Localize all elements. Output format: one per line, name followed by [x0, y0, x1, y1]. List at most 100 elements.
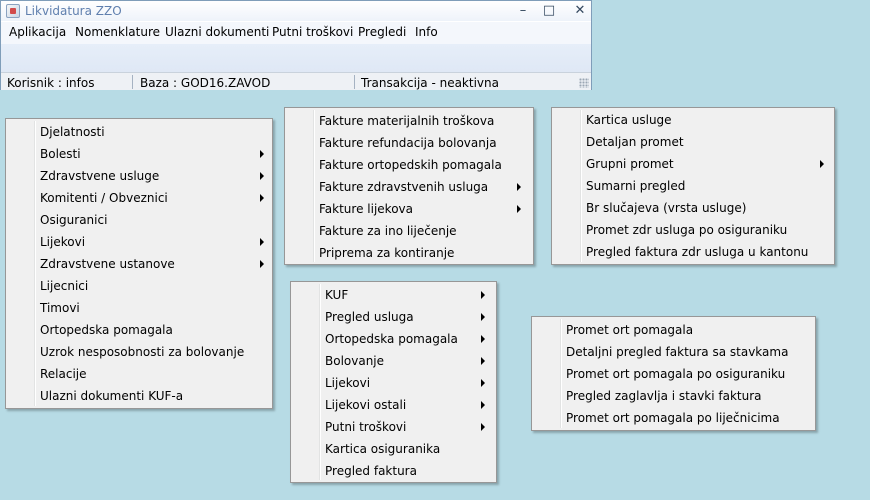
- menu-item-djelatnosti[interactable]: Djelatnosti: [6, 121, 272, 143]
- menu-nomenklature[interactable]: Nomenklature: [75, 25, 160, 39]
- ulazni-dokumenti-menu: Fakture materijalnih troškova Fakture ref…: [284, 107, 534, 265]
- menu-item-pregled-usluga[interactable]: Pregled usluga: [291, 306, 496, 328]
- menu-item-label: Lijekovi ostali: [325, 398, 407, 412]
- menu-item-label: Bolesti: [40, 147, 81, 161]
- menu-item-label: Djelatnosti: [40, 125, 105, 139]
- menu-info[interactable]: Info: [415, 25, 438, 39]
- menu-item-bolesti[interactable]: Bolesti: [6, 143, 272, 165]
- menu-item-label: Promet ort pomagala po liječnicima: [566, 411, 780, 425]
- menu-item-ortopedska-pomagala[interactable]: Ortopedska pomagala: [291, 328, 496, 350]
- title-bar[interactable]: Likvidatura ZZO – □ ✕: [1, 1, 591, 21]
- submenu-arrow-icon: [260, 150, 264, 158]
- kartica-usluge-menu: Kartica usluge Detaljan promet Grupni prom…: [551, 107, 835, 265]
- menu-item-label: Promet ort pomagala po osiguraniku: [566, 367, 786, 381]
- resize-grip-icon[interactable]: [579, 78, 589, 88]
- submenu-arrow-icon: [260, 260, 264, 268]
- menu-ulazni-dokumenti[interactable]: Ulazni dokumenti: [165, 25, 269, 39]
- submenu-arrow-icon: [260, 172, 264, 180]
- menu-item-fakture-zdravstvenih-usluga[interactable]: Fakture zdravstvenih usluga: [285, 176, 533, 198]
- menu-item-fakture-materijalnih-troskova[interactable]: Fakture materijalnih troškova: [285, 110, 533, 132]
- submenu-arrow-icon: [481, 357, 485, 365]
- maximize-button[interactable]: □: [538, 2, 560, 20]
- menu-item-priprema-za-kontiranje[interactable]: Priprema za kontiranje: [285, 242, 533, 264]
- menu-item-promet-ort-pomagala-po-lijecnicima[interactable]: Promet ort pomagala po liječnicima: [532, 407, 815, 429]
- minimize-button[interactable]: –: [512, 2, 534, 20]
- menu-item-lijekovi[interactable]: Lijekovi: [6, 231, 272, 253]
- menu-item-bolovanje[interactable]: Bolovanje: [291, 350, 496, 372]
- menu-item-kuf[interactable]: KUF: [291, 284, 496, 306]
- status-database: Baza : GOD16.ZAVOD: [140, 76, 271, 90]
- menu-pregledi[interactable]: Pregledi: [358, 25, 406, 39]
- submenu-arrow-icon: [260, 194, 264, 202]
- main-window: Likvidatura ZZO – □ ✕ Aplikacija Nomenkl…: [0, 0, 592, 90]
- menu-item-detaljan-promet[interactable]: Detaljan promet: [552, 131, 834, 153]
- menu-item-fakture-refundacija-bolovanja[interactable]: Fakture refundacija bolovanja: [285, 132, 533, 154]
- menu-item-kartica-osiguranika[interactable]: Kartica osiguranika: [291, 438, 496, 460]
- app-icon[interactable]: [6, 4, 20, 18]
- submenu-arrow-icon: [481, 401, 485, 409]
- menu-item-grupni-promet[interactable]: Grupni promet: [552, 153, 834, 175]
- menu-item-label: Lijecnici: [40, 279, 89, 293]
- close-button[interactable]: ✕: [569, 2, 591, 20]
- submenu-arrow-icon: [481, 423, 485, 431]
- menu-item-pregled-faktura-zdr-usluga-u-kantonu[interactable]: Pregled faktura zdr usluga u kantonu: [552, 241, 834, 263]
- menu-item-fakture-ortopedskih-pomagala[interactable]: Fakture ortopedskih pomagala: [285, 154, 533, 176]
- submenu-arrow-icon: [481, 379, 485, 387]
- menu-item-label: Kartica osiguranika: [325, 442, 441, 456]
- menu-item-zdravstvene-ustanove[interactable]: Zdravstvene ustanove: [6, 253, 272, 275]
- menu-item-detaljni-pregled-faktura-sa-stavkama[interactable]: Detaljni pregled faktura sa stavkama: [532, 341, 815, 363]
- menu-item-uzrok-nesposobnosti-za-bolovanje[interactable]: Uzrok nesposobnosti za bolovanje: [6, 341, 272, 363]
- menu-item-label: Promet ort pomagala: [566, 323, 694, 337]
- window-title: Likvidatura ZZO: [25, 4, 122, 18]
- menu-item-ulazni-dokumenti-kuf-a[interactable]: Ulazni dokumenti KUF-a: [6, 385, 272, 407]
- menu-item-label: Promet zdr usluga po osiguraniku: [586, 223, 788, 237]
- menu-putni-troskovi[interactable]: Putni troškovi: [272, 25, 353, 39]
- menu-item-label: Fakture za ino liječenje: [319, 224, 457, 238]
- menu-item-ortopedska-pomagala[interactable]: Ortopedska pomagala: [6, 319, 272, 341]
- menu-item-label: Pregled usluga: [325, 310, 414, 324]
- menu-item-lijekovi[interactable]: Lijekovi: [291, 372, 496, 394]
- menu-item-label: Fakture zdravstvenih usluga: [319, 180, 489, 194]
- menu-item-relacije[interactable]: Relacije: [6, 363, 272, 385]
- menu-item-label: Pregled faktura zdr usluga u kantonu: [586, 245, 809, 259]
- menu-item-komitenti-obveznici[interactable]: Komitenti / Obveznici: [6, 187, 272, 209]
- menu-item-fakture-za-ino-lijecenje[interactable]: Fakture za ino liječenje: [285, 220, 533, 242]
- menu-item-fakture-lijekova[interactable]: Fakture lijekova: [285, 198, 533, 220]
- menu-item-zdravstvene-usluge[interactable]: Zdravstvene usluge: [6, 165, 272, 187]
- submenu-arrow-icon: [481, 335, 485, 343]
- submenu-arrow-icon: [517, 205, 521, 213]
- menu-item-label: Detaljni pregled faktura sa stavkama: [566, 345, 789, 359]
- menu-item-sumarni-pregled[interactable]: Sumarni pregled: [552, 175, 834, 197]
- menu-item-kartica-usluge[interactable]: Kartica usluge: [552, 109, 834, 131]
- status-divider: [354, 75, 355, 89]
- status-transaction: Transakcija - neaktivna: [361, 76, 499, 90]
- menu-item-label: Fakture ortopedskih pomagala: [319, 158, 502, 172]
- menu-item-label: Relacije: [40, 367, 87, 381]
- pregledi-menu: KUF Pregled usluga Ortopedska pomagala Bolo…: [290, 281, 497, 483]
- menu-item-label: KUF: [325, 288, 349, 302]
- menu-item-promet-ort-pomagala-po-osiguraniku[interactable]: Promet ort pomagala po osiguraniku: [532, 363, 815, 385]
- menu-item-br-slucajeva-vrsta-usluge[interactable]: Br slučajeva (vrsta usluge): [552, 197, 834, 219]
- menu-item-promet-ort-pomagala[interactable]: Promet ort pomagala: [532, 319, 815, 341]
- menu-item-label: Kartica usluge: [586, 113, 672, 127]
- menu-item-label: Zdravstvene usluge: [40, 169, 160, 183]
- submenu-arrow-icon: [481, 291, 485, 299]
- menu-item-pregled-zaglavlja-i-stavki-faktura[interactable]: Pregled zaglavlja i stavki faktura: [532, 385, 815, 407]
- menu-item-osiguranici[interactable]: Osiguranici: [6, 209, 272, 231]
- menu-item-lijekovi-ostali[interactable]: Lijekovi ostali: [291, 394, 496, 416]
- menu-item-promet-zdr-usluga-po-osiguraniku[interactable]: Promet zdr usluga po osiguraniku: [552, 219, 834, 241]
- menu-item-label: Sumarni pregled: [586, 179, 686, 193]
- menu-item-timovi[interactable]: Timovi: [6, 297, 272, 319]
- menu-item-label: Pregled faktura: [325, 464, 417, 478]
- workspace-area: [1, 44, 591, 72]
- menu-item-label: Fakture refundacija bolovanja: [319, 136, 497, 150]
- submenu-arrow-icon: [481, 313, 485, 321]
- menu-item-putni-troskovi[interactable]: Putni troškovi: [291, 416, 496, 438]
- menu-item-lijecnici[interactable]: Lijecnici: [6, 275, 272, 297]
- menu-item-label: Ortopedska pomagala: [325, 332, 458, 346]
- menu-item-pregled-faktura[interactable]: Pregled faktura: [291, 460, 496, 482]
- menu-aplikacija[interactable]: Aplikacija: [9, 25, 66, 39]
- menu-item-label: Pregled zaglavlja i stavki faktura: [566, 389, 762, 403]
- menu-item-label: Timovi: [40, 301, 80, 315]
- menu-item-label: Ulazni dokumenti KUF-a: [40, 389, 184, 403]
